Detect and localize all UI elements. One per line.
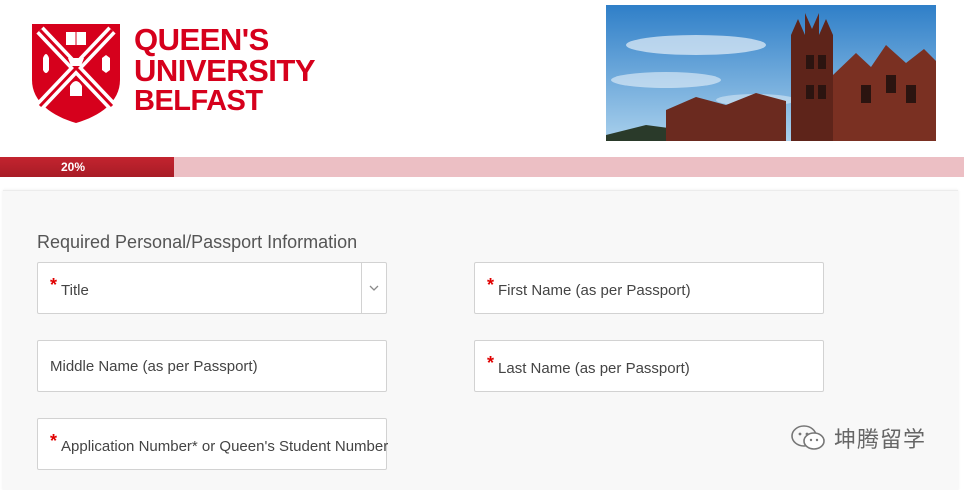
title-label: * Title — [50, 263, 89, 317]
application-number-label: * Application Number* or Queen's Student … — [50, 419, 388, 473]
middle-name-label: Middle Name (as per Passport) — [50, 358, 258, 375]
last-name-label-text: Last Name (as per Passport) — [498, 360, 690, 377]
progress-bar: 20% — [0, 157, 964, 177]
title-select[interactable]: * Title — [37, 262, 387, 314]
required-marker: * — [487, 275, 495, 295]
first-name-field[interactable]: * First Name (as per Passport) — [474, 262, 824, 314]
watermark-text: 坤腾留学 — [834, 428, 927, 453]
page-header: QUEEN'S UNIVERSITY BELFAST — [0, 0, 964, 156]
middle-name-field[interactable]: Middle Name (as per Passport) — [37, 340, 387, 392]
chevron-down-icon[interactable] — [362, 263, 386, 313]
required-marker: * — [50, 431, 58, 451]
required-marker: * — [487, 353, 495, 373]
logo-line-2: UNIVERSITY — [134, 53, 316, 88]
progress-label: 20% — [60, 160, 86, 174]
application-number-field[interactable]: * Application Number* or Queen's Student … — [37, 418, 388, 473]
banner-image — [606, 5, 936, 141]
required-marker: * — [50, 275, 58, 295]
first-name-label: * First Name (as per Passport) — [487, 263, 691, 317]
title-label-text: Title — [61, 282, 89, 299]
last-name-field[interactable]: * Last Name (as per Passport) — [474, 340, 824, 392]
section-title: Required Personal/Passport Information — [37, 232, 358, 252]
crest-icon — [32, 24, 120, 123]
application-number-label-text: Application Number* or Queen's Student N… — [61, 438, 389, 455]
first-name-label-text: First Name (as per Passport) — [498, 282, 691, 299]
logo-line-1: QUEEN'S — [134, 22, 269, 57]
university-logo[interactable]: QUEEN'S UNIVERSITY BELFAST — [30, 22, 320, 127]
wechat-icon — [791, 425, 825, 450]
logo-wordmark: QUEEN'S UNIVERSITY BELFAST — [134, 22, 316, 117]
last-name-label: * Last Name (as per Passport) — [487, 341, 690, 395]
logo-line-3: BELFAST — [134, 85, 263, 117]
watermark: 坤腾留学 — [790, 422, 926, 454]
